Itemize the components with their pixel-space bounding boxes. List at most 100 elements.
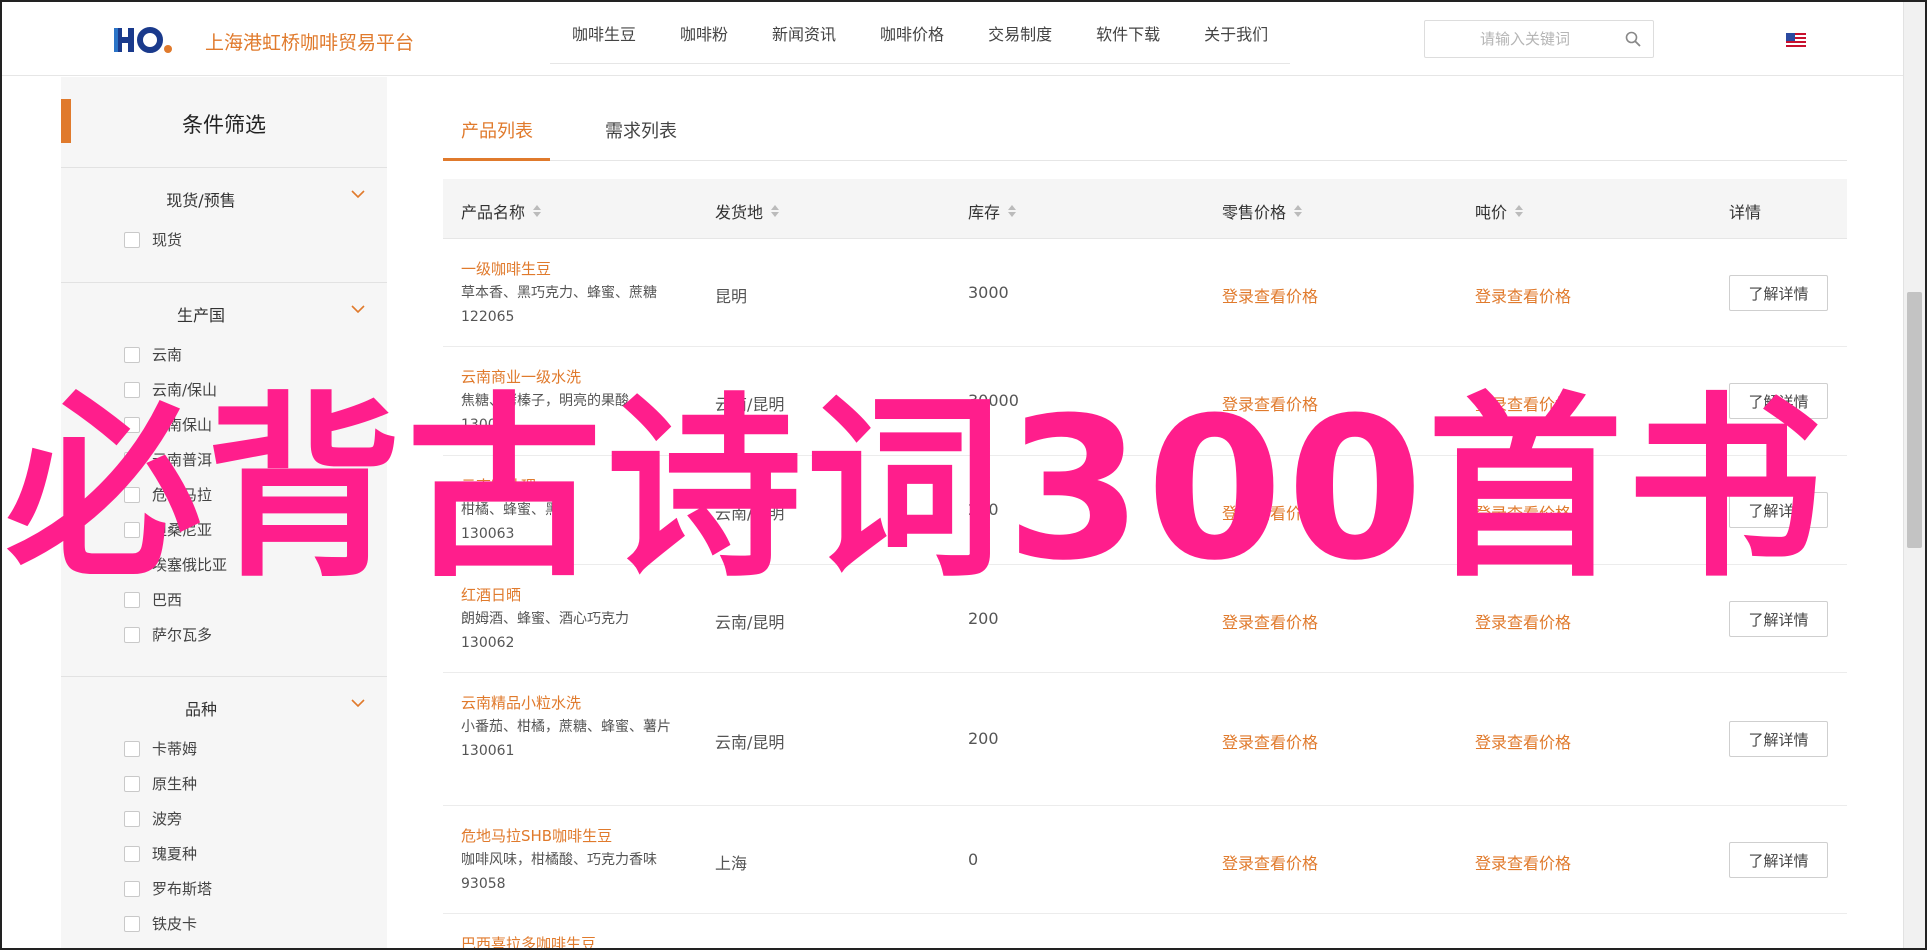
filter-option-label: 瑰夏种 xyxy=(152,845,198,863)
filter-option[interactable]: 萨尔瓦多 xyxy=(61,617,387,652)
column-header-label: 产品名称 xyxy=(461,203,526,222)
column-header-retail-price[interactable]: 零售价格 xyxy=(1222,199,1303,223)
nav-item-coffee-powder[interactable]: 咖啡粉 xyxy=(658,21,750,45)
filter-group-title: 生产国 xyxy=(176,306,225,325)
product-name-link[interactable]: 云南精品小粒水洗 xyxy=(461,691,671,715)
retail-price-login-link[interactable]: 登录查看价格 xyxy=(1222,283,1318,307)
filter-group-availability: 现货/预售 现货 xyxy=(61,168,387,283)
column-header-label: 库存 xyxy=(968,203,1001,222)
checkbox[interactable] xyxy=(124,231,140,248)
stock-cell: 3000 xyxy=(968,283,1009,302)
product-flavor: 咖啡风味，柑橘酸、巧克力香味 xyxy=(461,852,657,868)
filter-title: 条件筛选 xyxy=(182,113,266,137)
chevron-down-icon[interactable] xyxy=(350,188,366,200)
filter-group-variety: 品种 卡蒂姆 原生种 波旁 瑰夏种 罗布斯塔 铁皮卡 xyxy=(61,677,387,947)
retail-price-login-link[interactable]: 登录查看价格 xyxy=(1222,609,1318,633)
search-icon[interactable] xyxy=(1625,31,1641,47)
filter-option-label: 原生种 xyxy=(152,775,198,793)
filter-group-header[interactable]: 品种 xyxy=(61,677,387,731)
product-flavor: 草本香、黑巧克力、蜂蜜、蔗糖 xyxy=(461,285,657,301)
checkbox[interactable] xyxy=(124,915,140,932)
ton-price-login-link[interactable]: 登录查看价格 xyxy=(1475,850,1571,874)
product-code: 130062 xyxy=(461,635,515,651)
checkbox[interactable] xyxy=(124,346,140,363)
ton-price-login-link[interactable]: 登录查看价格 xyxy=(1475,283,1571,307)
checkbox[interactable] xyxy=(124,626,140,643)
product-name-link[interactable]: 一级咖啡生豆 xyxy=(461,257,671,281)
filter-group-title: 品种 xyxy=(184,700,217,719)
sort-icon[interactable] xyxy=(771,205,780,217)
sort-icon[interactable] xyxy=(1008,205,1017,217)
vertical-scrollbar[interactable] xyxy=(1903,2,1925,948)
ton-price-login-link[interactable]: 登录查看价格 xyxy=(1475,729,1571,753)
column-header-detail: 详情 xyxy=(1729,199,1761,223)
search-box xyxy=(1424,20,1654,58)
tab-bar: 产品列表 需求列表 xyxy=(443,77,1847,161)
filter-option-label: 波旁 xyxy=(152,810,183,828)
overlay-banner-text: 必背古诗词300首书 xyxy=(6,376,1828,604)
ton-price-login-link[interactable]: 登录查看价格 xyxy=(1475,609,1571,633)
origin-cell: 云南/昆明 xyxy=(715,733,785,752)
filter-option-label: 卡蒂姆 xyxy=(152,740,198,758)
filter-option[interactable]: 波旁 xyxy=(61,801,387,836)
nav-item-software[interactable]: 软件下载 xyxy=(1074,21,1182,45)
product-info: 云南精品小粒水洗 小番茄、柑橘，蔗糖、蜂蜜、薯片 130061 xyxy=(461,691,671,763)
table-header: 产品名称 发货地 库存 零售价格 吨价 详情 xyxy=(443,179,1847,239)
table-row: 危地马拉SHB咖啡生豆 咖啡风味，柑橘酸、巧克力香味 93058 上海 0 登录… xyxy=(443,806,1847,914)
product-name-link[interactable]: 危地马拉SHB咖啡生豆 xyxy=(461,824,671,848)
tab-products[interactable]: 产品列表 xyxy=(461,117,533,143)
product-code: 130061 xyxy=(461,743,515,759)
column-header-origin[interactable]: 发货地 xyxy=(715,199,780,223)
filter-option[interactable]: 现货 xyxy=(61,222,387,257)
product-flavor: 朗姆酒、蜂蜜、酒心巧克力 xyxy=(461,611,629,627)
retail-price-login-link[interactable]: 登录查看价格 xyxy=(1222,729,1318,753)
tab-demands[interactable]: 需求列表 xyxy=(605,117,677,143)
filter-option[interactable]: 卡蒂姆 xyxy=(61,731,387,766)
filter-option-label: 现货 xyxy=(152,231,183,249)
detail-button[interactable]: 了解详情 xyxy=(1729,601,1828,637)
sort-icon[interactable] xyxy=(1515,205,1524,217)
chevron-down-icon[interactable] xyxy=(350,697,366,709)
nav-item-green-beans[interactable]: 咖啡生豆 xyxy=(550,21,658,45)
retail-price-login-link[interactable]: 登录查看价格 xyxy=(1222,850,1318,874)
active-tab-indicator xyxy=(443,158,550,161)
scrollbar-thumb[interactable] xyxy=(1907,292,1922,548)
filter-option[interactable]: 瑰夏种 xyxy=(61,836,387,871)
filter-option[interactable]: 铁皮卡 xyxy=(61,906,387,941)
sort-icon[interactable] xyxy=(1294,205,1303,217)
column-header-name[interactable]: 产品名称 xyxy=(461,199,542,223)
search-input[interactable] xyxy=(1435,25,1615,53)
filter-group-header[interactable]: 现货/预售 xyxy=(61,168,387,222)
column-header-ton-price[interactable]: 吨价 xyxy=(1475,199,1524,223)
filter-header: 条件筛选 xyxy=(61,77,387,168)
nav-item-trading-rules[interactable]: 交易制度 xyxy=(966,21,1074,45)
column-header-label: 吨价 xyxy=(1475,203,1508,222)
filter-option[interactable]: 罗布斯塔 xyxy=(61,871,387,906)
checkbox[interactable] xyxy=(124,845,140,862)
product-info: 危地马拉SHB咖啡生豆 咖啡风味，柑橘酸、巧克力香味 93058 xyxy=(461,824,671,896)
checkbox[interactable] xyxy=(124,810,140,827)
checkbox[interactable] xyxy=(124,880,140,897)
chevron-down-icon[interactable] xyxy=(350,303,366,315)
detail-button[interactable]: 了解详情 xyxy=(1729,842,1828,878)
sort-icon[interactable] xyxy=(533,205,542,217)
stock-cell: 200 xyxy=(968,609,999,628)
filter-option[interactable]: 原生种 xyxy=(61,766,387,801)
nav-item-news[interactable]: 新闻资讯 xyxy=(750,21,858,45)
site-title[interactable]: 上海港虹桥咖啡贸易平台 xyxy=(205,28,414,55)
detail-button[interactable]: 了解详情 xyxy=(1729,275,1828,311)
detail-button[interactable]: 了解详情 xyxy=(1729,721,1828,757)
column-header-stock[interactable]: 库存 xyxy=(968,199,1017,223)
nav-item-prices[interactable]: 咖啡价格 xyxy=(858,21,966,45)
checkbox[interactable] xyxy=(124,740,140,757)
us-flag-icon[interactable] xyxy=(1786,33,1806,47)
product-name-link[interactable]: 巴西喜拉多咖啡生豆 xyxy=(461,932,596,950)
filter-group-header[interactable]: 生产国 xyxy=(61,283,387,337)
checkbox[interactable] xyxy=(124,775,140,792)
site-logo[interactable] xyxy=(114,22,178,58)
table-row: 一级咖啡生豆 草本香、黑巧克力、蜂蜜、蔗糖 122065 昆明 3000 登录查… xyxy=(443,239,1847,347)
stock-cell: 0 xyxy=(968,850,979,869)
nav-item-about[interactable]: 关于我们 xyxy=(1182,21,1290,45)
filter-option[interactable]: 云南 xyxy=(61,337,387,372)
table-row: 云南精品小粒水洗 小番茄、柑橘，蔗糖、蜂蜜、薯片 130061 云南/昆明 20… xyxy=(443,673,1847,806)
